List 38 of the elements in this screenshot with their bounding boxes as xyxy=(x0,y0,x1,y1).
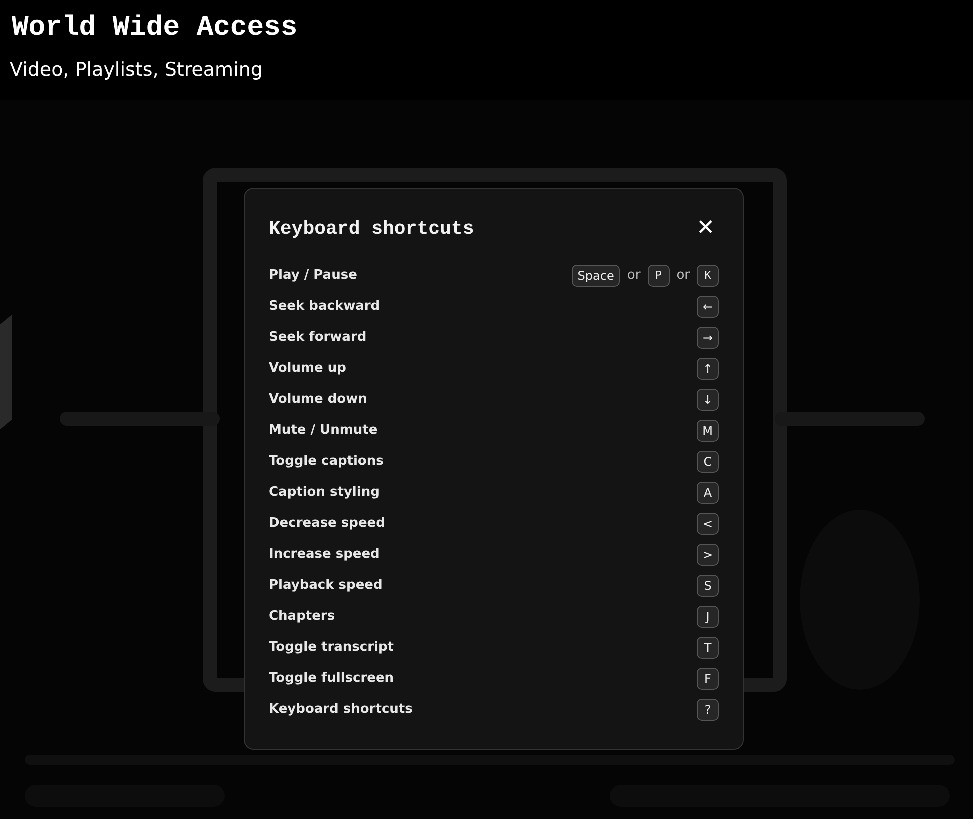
key-cap: J xyxy=(697,606,719,628)
key-cap: < xyxy=(696,512,719,534)
shortcut-label: Volume up xyxy=(269,361,346,376)
site-title: World Wide Access xyxy=(12,12,298,46)
key-cap: → xyxy=(696,326,719,348)
shortcut-label: Toggle captions xyxy=(269,454,384,469)
shortcut-label: Chapters xyxy=(269,609,336,624)
shortcut-label: Toggle fullscreen xyxy=(269,671,394,686)
key-cap: T xyxy=(697,636,719,658)
close-button[interactable]: ✕ xyxy=(692,215,719,243)
dialog-title: Keyboard shortcuts xyxy=(269,218,474,240)
key-cap: ? xyxy=(697,698,719,720)
key-cap: Space xyxy=(572,264,620,286)
shortcut-label: Caption styling xyxy=(269,485,380,500)
shortcut-label: Playback speed xyxy=(269,578,383,593)
key-cap: S xyxy=(697,574,719,596)
shortcut-label: Increase speed xyxy=(269,547,380,562)
key-cap: > xyxy=(696,544,719,566)
key-cap: K xyxy=(697,264,719,286)
shortcut-label: Seek backward xyxy=(269,299,380,314)
shortcut-label: Play / Pause xyxy=(269,268,358,283)
shortcut-label: Decrease speed xyxy=(269,516,386,531)
separator-text: or xyxy=(676,268,691,283)
shortcut-label: Toggle transcript xyxy=(269,640,394,655)
separator-text: or xyxy=(626,268,642,283)
key-cap: M xyxy=(696,420,719,442)
key-cap: ← xyxy=(696,296,719,318)
key-cap: C xyxy=(697,450,719,472)
key-cap: F xyxy=(697,668,719,690)
shortcut-label: Mute / Unmute xyxy=(269,423,378,438)
shortcut-label: Seek forward xyxy=(269,330,367,345)
site-subtitle: Video, Playlists, Streaming xyxy=(10,58,263,82)
shortcut-label: Keyboard shortcuts xyxy=(269,702,413,717)
key-cap: A xyxy=(697,482,719,504)
key-cap: ↑ xyxy=(696,358,719,380)
key-cap: P xyxy=(648,264,670,286)
key-cap: ↓ xyxy=(696,388,719,410)
shortcut-label: Volume down xyxy=(269,392,368,407)
